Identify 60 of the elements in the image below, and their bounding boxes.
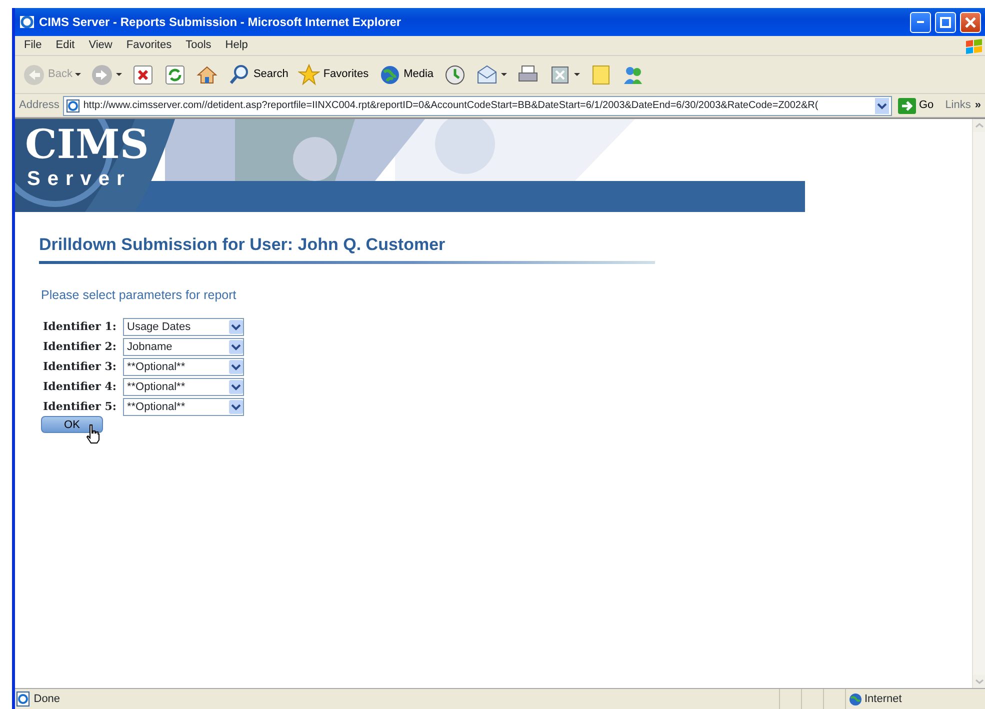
zone-text: Internet	[864, 692, 902, 707]
menu-item[interactable]: View	[82, 37, 120, 54]
field-label: Identifier 3:	[43, 359, 118, 375]
dropdown[interactable]: **Optional**	[123, 398, 244, 416]
dropdown[interactable]: Jobname	[123, 338, 244, 356]
close-icon	[965, 16, 976, 28]
minimize-icon	[917, 21, 924, 23]
address-field[interactable]: http://www.cimsserver.com//detident.asp?reportfile=IINXC004.rpt&reportID=0&AccountCodeStart=BB&DateStart=6/1/2003&DateEnd=6/30/2003&RateCode=Z002&R(	[63, 96, 892, 116]
address-label: Address	[19, 98, 60, 114]
close-button[interactable]	[960, 12, 981, 32]
forward-icon	[91, 64, 114, 86]
stop-icon	[132, 64, 154, 86]
field-label: Identifier 4:	[43, 379, 118, 395]
dropdown-arrow-icon	[500, 73, 507, 76]
instruction-text: Please select parameters for report	[41, 286, 236, 304]
dropdown[interactable]: Usage Dates	[123, 318, 244, 336]
links-chevron[interactable]: »	[974, 97, 981, 114]
dropdown-arrow-icon	[75, 73, 82, 76]
page-icon	[15, 691, 31, 707]
dropdown[interactable]: **Optional**	[123, 378, 244, 396]
globe-icon	[848, 692, 862, 706]
menu-item[interactable]: Help	[218, 37, 255, 54]
search-button[interactable]: Search	[226, 64, 290, 86]
menu-item[interactable]: Favorites	[119, 37, 179, 54]
menu-item[interactable]: File	[17, 37, 49, 54]
home-icon	[196, 64, 218, 86]
status-text: Done	[34, 692, 62, 707]
menu-item[interactable]: Edit	[48, 37, 82, 54]
go-button[interactable]: Go	[896, 97, 936, 114]
note-icon	[590, 64, 612, 86]
globe-icon	[378, 64, 401, 86]
maximize-icon	[940, 16, 951, 28]
refresh-icon	[164, 64, 186, 86]
dropdown-arrow-icon	[116, 73, 122, 76]
windows-logo	[963, 36, 985, 54]
search-icon	[228, 64, 250, 86]
minimize-button[interactable]	[910, 12, 931, 32]
page-icon	[66, 98, 80, 112]
back-icon	[23, 64, 45, 86]
favorites-button[interactable]: Favorites	[296, 64, 371, 86]
links-label[interactable]: Links	[945, 97, 971, 114]
logo-subtitle: Server	[27, 169, 132, 189]
dropdown[interactable]: **Optional**	[123, 358, 244, 376]
field-label: Identifier 1:	[43, 319, 118, 335]
window-title: CIMS Server - Reports Submission - Microsoft Internet Explorer	[39, 14, 402, 31]
star-icon	[298, 64, 320, 86]
field-label: Identifier 5:	[43, 399, 118, 415]
mail-icon	[476, 64, 498, 86]
browser-icon	[19, 14, 35, 30]
menu-item[interactable]: Tools	[178, 37, 218, 54]
field-label: Identifier 2:	[43, 339, 118, 355]
page-heading: Drilldown Submission for User: John Q. Customer	[39, 234, 446, 256]
url-text: http://www.cimsserver.com//detident.asp?reportfile=IINXC004.rpt&reportID=0&AccountCodeStart=BB&DateStart=6/1/2003&DateEnd=6/30/2003&RateCode=Z002&R(	[83, 99, 820, 113]
media-button[interactable]: Media	[376, 64, 436, 86]
hand-cursor-icon	[85, 424, 101, 444]
go-arrow-icon	[898, 98, 916, 114]
logo-title: CIMS	[25, 125, 149, 165]
maximize-button[interactable]	[935, 12, 956, 32]
history-icon	[444, 64, 466, 86]
dropdown-arrow-icon	[574, 73, 580, 76]
